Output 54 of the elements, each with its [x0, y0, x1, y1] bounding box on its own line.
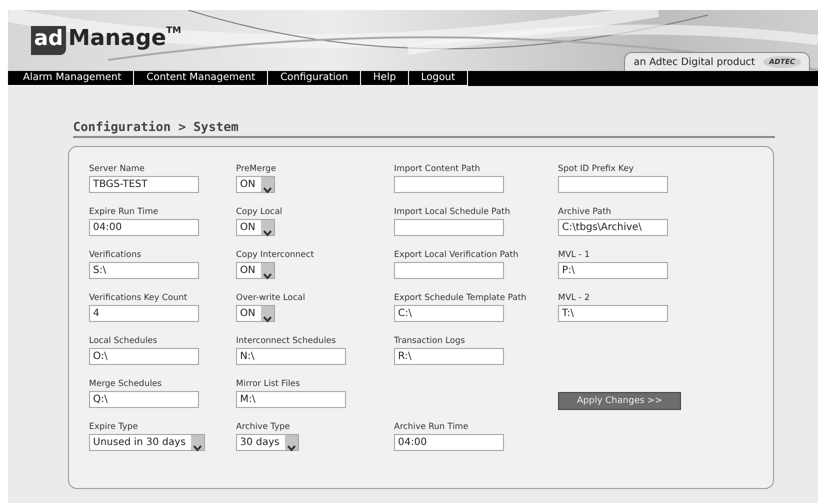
text-field[interactable]: N:\ [236, 348, 346, 365]
apply-button[interactable]: Apply Changes >> [558, 392, 682, 410]
nav-link[interactable]: Logout [408, 71, 468, 86]
text-field[interactable]: S:\ [89, 262, 199, 279]
field-label: Copy Interconnect [236, 250, 314, 260]
text-field[interactable] [394, 262, 504, 279]
field-label: Expire Run Time [89, 207, 158, 217]
text-field[interactable]: T:\ [558, 305, 668, 322]
field-label: Interconnect Schedules [236, 336, 336, 346]
field-label: MVL - 1 [558, 250, 590, 260]
text-field[interactable]: O:\ [89, 348, 199, 365]
field-label: Export Local Verification Path [394, 250, 518, 260]
field-label: Local Schedules [89, 336, 158, 346]
text-field[interactable]: P:\ [558, 262, 668, 279]
nav-link[interactable]: Help [361, 71, 409, 86]
field-label: Server Name [89, 164, 145, 174]
text-field[interactable]: Q:\ [89, 391, 199, 408]
field-label: Mirror List Files [236, 379, 300, 389]
field-label: Verifications Key Count [89, 293, 188, 303]
field-label: Copy Local [236, 207, 282, 217]
logo-badge: ad [31, 26, 66, 55]
text-field[interactable] [394, 176, 504, 193]
text-field[interactable]: TBGS-TEST [89, 176, 199, 193]
text-field[interactable]: M:\ [236, 391, 346, 408]
field-label: Verifications [89, 250, 142, 260]
field-label: Expire Type [89, 422, 138, 432]
field-label: Export Schedule Template Path [394, 293, 526, 303]
text-field[interactable] [558, 176, 668, 193]
nav-link[interactable]: Configuration [268, 71, 362, 86]
text-field[interactable]: 04:00 [89, 219, 199, 236]
field-label: Archive Run Time [394, 422, 468, 432]
text-field[interactable]: R:\ [394, 348, 504, 365]
nav-link[interactable]: Alarm Management [8, 71, 134, 86]
field-label: MVL - 2 [558, 293, 590, 303]
field-label: PreMerge [236, 164, 276, 174]
dropdown-field[interactable]: Unused in 30 days [89, 434, 205, 451]
field-label: Archive Path [558, 207, 612, 217]
nav-link[interactable]: Content Management [134, 71, 268, 86]
product-tag-text: an Adtec Digital product [634, 56, 756, 68]
logo-name: Manage [67, 26, 166, 50]
field-label: Transaction Logs [394, 336, 465, 346]
text-field[interactable] [394, 219, 504, 236]
field-label: Import Local Schedule Path [394, 207, 510, 217]
field-label: Over-write Local [236, 293, 306, 303]
text-field[interactable]: 4 [89, 305, 199, 322]
trademark-mark: TM [166, 26, 182, 36]
text-field[interactable]: C:\tbgs\Archive\ [558, 219, 668, 236]
field-label: Archive Type [236, 422, 290, 432]
field-label: Spot ID Prefix Key [558, 164, 634, 174]
text-field[interactable]: C:\ [394, 305, 504, 322]
text-field[interactable]: 04:00 [394, 434, 504, 451]
field-label: Import Content Path [394, 164, 480, 174]
field-label: Merge Schedules [89, 379, 162, 389]
page-title: Configuration > System [73, 119, 775, 138]
